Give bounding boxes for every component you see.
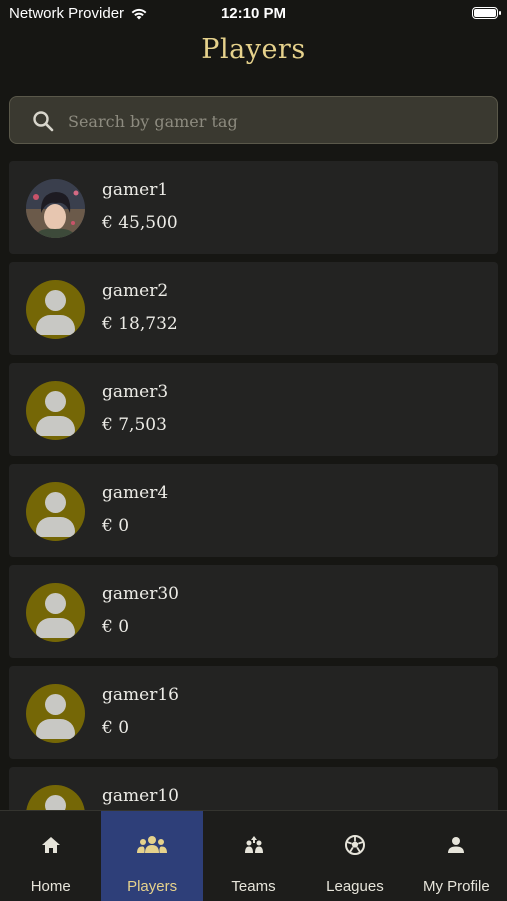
player-row-gamer30[interactable]: gamer30 € 0: [9, 565, 498, 658]
player-balance: € 0: [102, 516, 130, 536]
battery-icon: [472, 7, 501, 19]
soccer-ball-icon: [344, 835, 365, 855]
default-avatar-icon: [26, 482, 85, 541]
tab-label: Home: [30, 878, 71, 895]
search-bar[interactable]: [9, 96, 498, 145]
tab-home[interactable]: Home: [0, 811, 101, 901]
tab-label: Players: [127, 878, 178, 895]
status-time: 12:10 PM: [220, 5, 287, 22]
default-avatar-icon: [26, 785, 85, 810]
teams-icon: [244, 836, 263, 853]
tab-label: Teams: [231, 878, 276, 895]
tab-bar: Home Players Teams Leagues My Profile: [0, 810, 507, 901]
player-avatar-photo: [26, 179, 85, 238]
player-row-gamer10[interactable]: gamer10: [9, 767, 498, 810]
player-name: gamer30: [102, 584, 179, 604]
player-balance: € 7,503: [102, 415, 167, 435]
player-row-gamer2[interactable]: gamer2 € 18,732: [9, 262, 498, 355]
player-name: gamer10: [102, 786, 179, 806]
player-balance: € 45,500: [102, 213, 178, 233]
player-row-gamer16[interactable]: gamer16 € 0: [9, 666, 498, 759]
player-name: gamer3: [102, 382, 169, 402]
player-row-gamer3[interactable]: gamer3 € 7,503: [9, 363, 498, 456]
player-row-gamer1[interactable]: gamer1 € 45,500: [9, 161, 498, 254]
profile-icon: [448, 837, 465, 853]
tab-teams[interactable]: Teams: [203, 811, 304, 901]
player-row-gamer4[interactable]: gamer4 € 0: [9, 464, 498, 557]
default-avatar-icon: [26, 684, 85, 743]
player-list[interactable]: gamer1 € 45,500 gamer2 € 18,732 gamer3 €…: [9, 161, 498, 810]
player-name: gamer2: [102, 281, 169, 301]
default-avatar-icon: [26, 583, 85, 642]
tab-my-profile[interactable]: My Profile: [406, 811, 507, 901]
search-icon: [33, 111, 54, 132]
tab-label: My Profile: [422, 878, 490, 895]
avatar-photo-image: [26, 179, 85, 238]
home-icon: [41, 837, 60, 853]
player-name: gamer4: [102, 483, 169, 503]
tab-players[interactable]: Players: [101, 811, 203, 901]
player-balance: € 0: [102, 718, 130, 738]
tab-leagues[interactable]: Leagues: [304, 811, 405, 901]
player-balance: € 0: [102, 617, 130, 637]
player-name: gamer1: [102, 180, 169, 200]
page-title: Players: [201, 34, 306, 65]
default-avatar-icon: [26, 280, 85, 339]
tab-label: Leagues: [326, 878, 384, 895]
search-input[interactable]: [66, 97, 490, 145]
default-avatar-icon: [26, 381, 85, 440]
status-bar: Network Provider 12:10 PM: [0, 0, 507, 28]
players-icon: [137, 836, 168, 853]
player-balance: € 18,732: [102, 314, 178, 334]
player-name: gamer16: [102, 685, 179, 705]
